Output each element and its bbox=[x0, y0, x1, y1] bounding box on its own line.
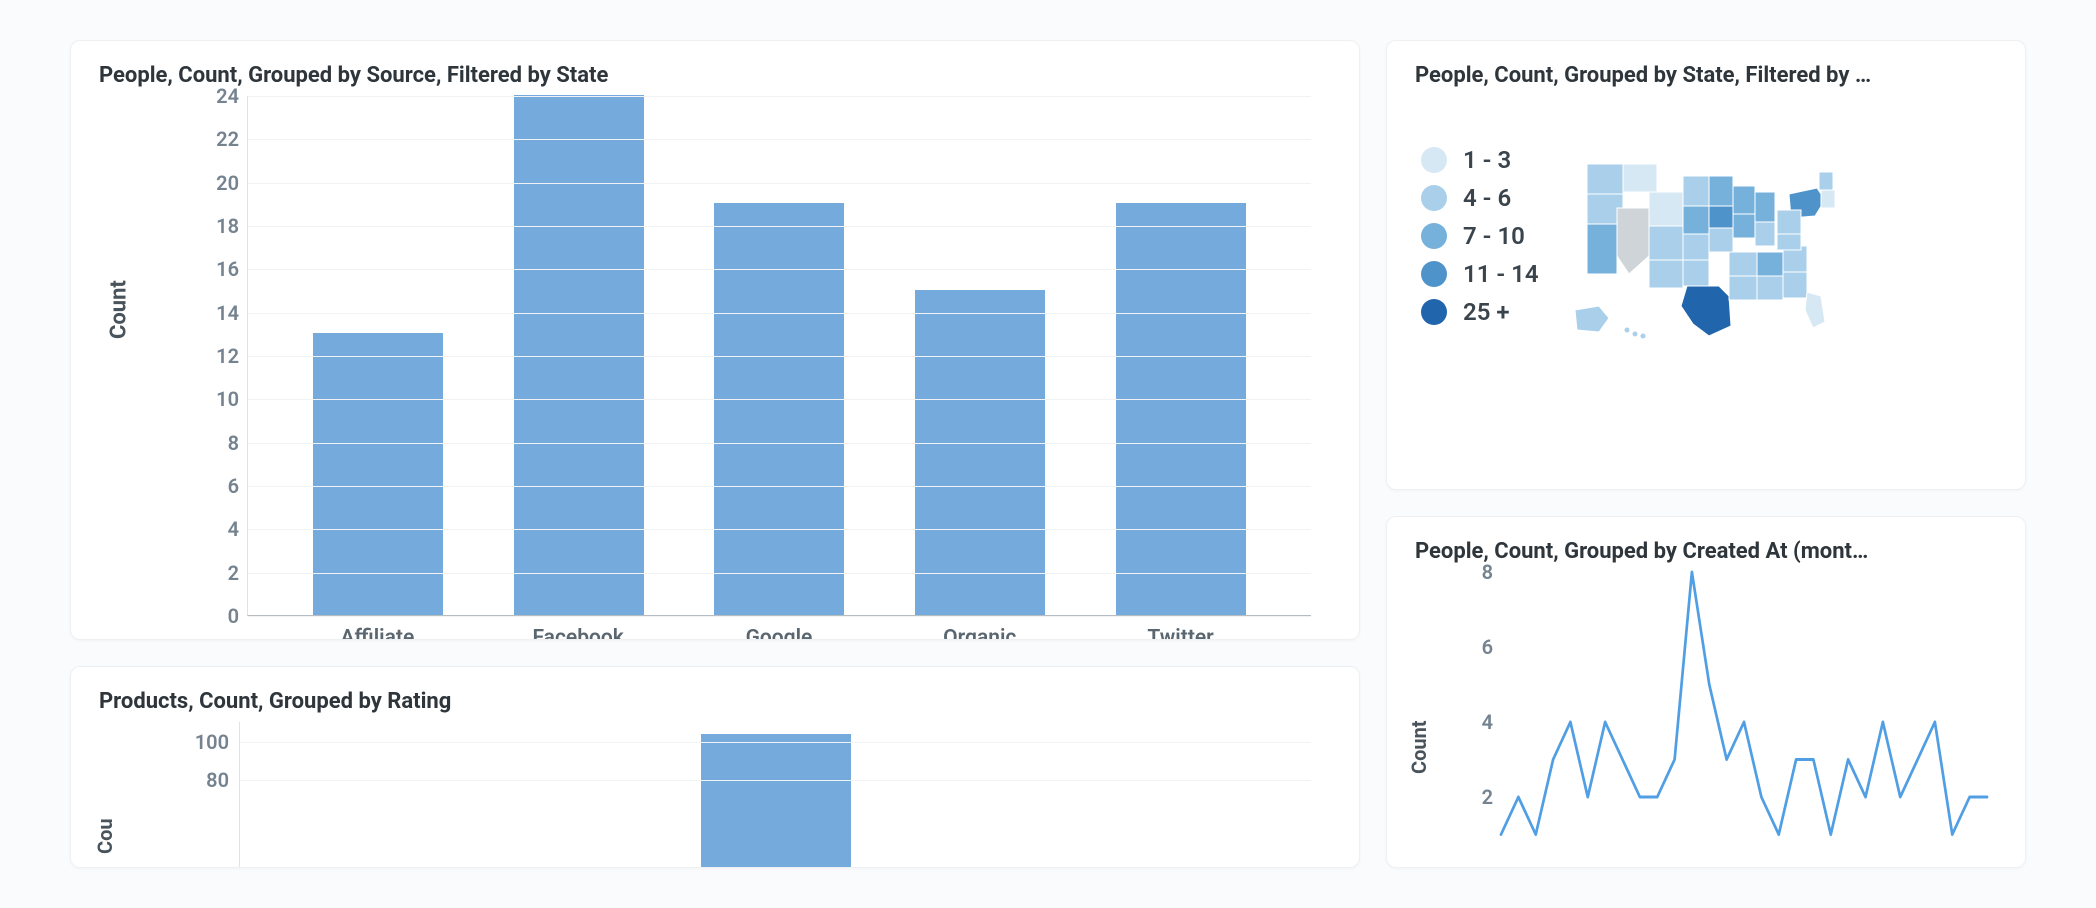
card-title: People, Count, Grouped by Source, Filter… bbox=[99, 63, 1331, 88]
card-title: People, Count, Grouped by State, Filtere… bbox=[1415, 63, 1997, 88]
line-path bbox=[1501, 572, 1987, 868]
legend-row: 11 - 14 bbox=[1421, 260, 1539, 288]
y-tick: 16 bbox=[179, 257, 239, 281]
x-label: Twitter bbox=[1116, 626, 1246, 640]
legend-swatch bbox=[1421, 147, 1447, 173]
legend-swatch bbox=[1421, 299, 1447, 325]
y-tick: 2 bbox=[1482, 785, 1493, 809]
map-body: 1 - 3 4 - 6 7 - 10 11 - 14 25 + bbox=[1415, 96, 1997, 346]
y-tick: 8 bbox=[179, 431, 239, 455]
y-tick: 80 bbox=[159, 768, 229, 792]
y-tick: 0 bbox=[179, 604, 239, 628]
x-label: Affiliate bbox=[312, 626, 442, 640]
x-axis-labels: Affiliate Facebook Google Organic Twitter bbox=[247, 626, 1311, 640]
y-tick: 6 bbox=[1482, 635, 1493, 659]
bar-google[interactable] bbox=[714, 203, 844, 615]
x-label: Google bbox=[714, 626, 844, 640]
bar-facebook[interactable] bbox=[514, 95, 644, 615]
legend-label: 7 - 10 bbox=[1463, 222, 1525, 250]
legend-row: 7 - 10 bbox=[1421, 222, 1539, 250]
line-chart: Count 2468 bbox=[1415, 572, 1997, 868]
card-title: Products, Count, Grouped by Rating bbox=[99, 689, 1331, 714]
right-column: People, Count, Grouped by State, Filtere… bbox=[1386, 40, 2026, 868]
card-people-by-source[interactable]: People, Count, Grouped by Source, Filter… bbox=[70, 40, 1360, 640]
legend-row: 4 - 6 bbox=[1421, 184, 1539, 212]
y-tick: 12 bbox=[179, 344, 239, 368]
legend-label: 4 - 6 bbox=[1463, 184, 1511, 212]
y-tick: 100 bbox=[159, 730, 229, 754]
us-map bbox=[1569, 146, 1869, 346]
legend-label: 25 + bbox=[1463, 298, 1510, 326]
left-column: People, Count, Grouped by Source, Filter… bbox=[70, 40, 1360, 868]
legend-swatch bbox=[1421, 223, 1447, 249]
bar-chart-rating: Cou 10080 bbox=[99, 722, 1331, 868]
y-axis: 2468 bbox=[1453, 572, 1493, 868]
y-axis: 024681012141618202224 bbox=[159, 96, 239, 616]
bar-chart-source: Count 024681012141618202224 AffiliateFac… bbox=[99, 96, 1331, 640]
y-axis: 100 80 bbox=[139, 722, 229, 868]
card-people-by-created-at[interactable]: People, Count, Grouped by Created At (mo… bbox=[1386, 516, 2026, 868]
y-tick: 18 bbox=[179, 214, 239, 238]
card-people-by-state-map[interactable]: People, Count, Grouped by State, Filtere… bbox=[1386, 40, 2026, 490]
legend-label: 1 - 3 bbox=[1463, 146, 1511, 174]
card-products-by-rating[interactable]: Products, Count, Grouped by Rating Cou 1… bbox=[70, 666, 1360, 868]
legend-row: 1 - 3 bbox=[1421, 146, 1539, 174]
dashboard: People, Count, Grouped by Source, Filter… bbox=[70, 40, 2026, 868]
y-axis-label: Count bbox=[1407, 720, 1431, 774]
legend-swatch bbox=[1421, 261, 1447, 287]
y-tick: 6 bbox=[179, 474, 239, 498]
bar-twitter[interactable] bbox=[1116, 203, 1246, 615]
bars bbox=[240, 722, 1311, 868]
y-tick: 4 bbox=[1482, 710, 1493, 734]
bar-organic[interactable] bbox=[915, 290, 1045, 615]
card-title: People, Count, Grouped by Created At (mo… bbox=[1415, 539, 1997, 564]
y-tick: 22 bbox=[179, 127, 239, 151]
plot-area bbox=[239, 722, 1311, 868]
y-tick: 8 bbox=[1482, 560, 1493, 584]
y-tick: 14 bbox=[179, 301, 239, 325]
y-tick: 10 bbox=[179, 387, 239, 411]
y-axis-label: Cou bbox=[93, 819, 117, 855]
x-label: Organic bbox=[915, 626, 1045, 640]
y-tick: 20 bbox=[179, 171, 239, 195]
bar[interactable] bbox=[701, 734, 851, 868]
legend-swatch bbox=[1421, 185, 1447, 211]
y-tick: 2 bbox=[179, 561, 239, 585]
legend-label: 11 - 14 bbox=[1463, 260, 1539, 288]
y-axis-label: Count bbox=[107, 280, 132, 339]
map-legend: 1 - 3 4 - 6 7 - 10 11 - 14 25 + bbox=[1415, 146, 1539, 326]
plot-area bbox=[247, 96, 1311, 616]
legend-row: 25 + bbox=[1421, 298, 1539, 326]
x-label: Facebook bbox=[513, 626, 643, 640]
y-tick: 4 bbox=[179, 517, 239, 541]
plot-area bbox=[1501, 572, 1987, 868]
y-tick: 24 bbox=[179, 84, 239, 108]
